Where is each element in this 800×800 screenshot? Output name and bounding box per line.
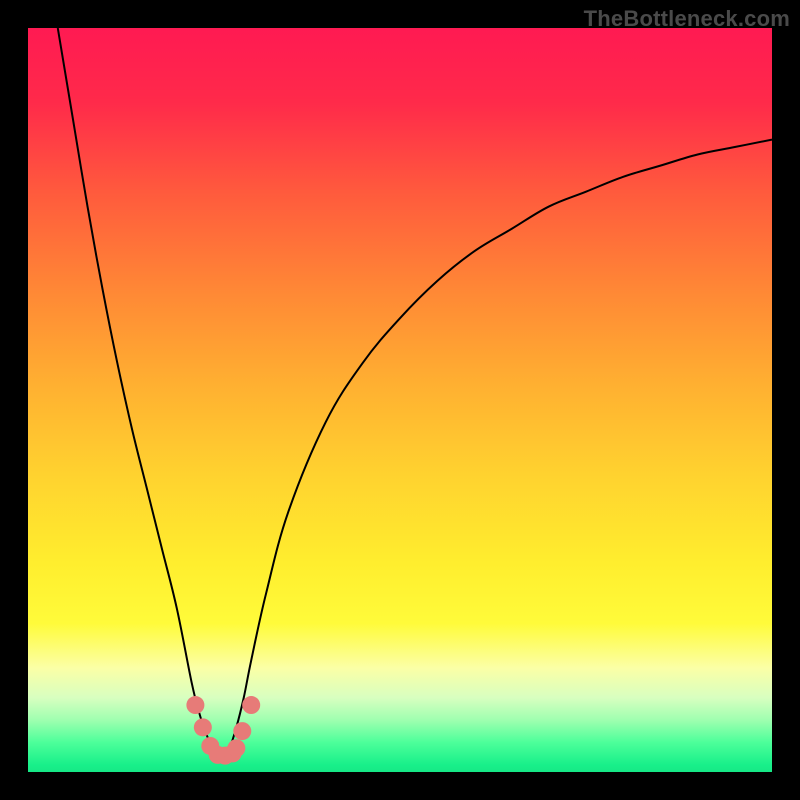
marker-group	[186, 696, 260, 765]
marker-point	[233, 722, 251, 740]
curve-left-branch	[58, 28, 222, 757]
curve-right-branch	[221, 140, 772, 758]
marker-point	[242, 696, 260, 714]
marker-point	[186, 696, 204, 714]
curve-layer	[28, 28, 772, 772]
marker-point	[227, 739, 245, 757]
chart-frame: TheBottleneck.com	[0, 0, 800, 800]
marker-point	[194, 718, 212, 736]
plot-area	[28, 28, 772, 772]
